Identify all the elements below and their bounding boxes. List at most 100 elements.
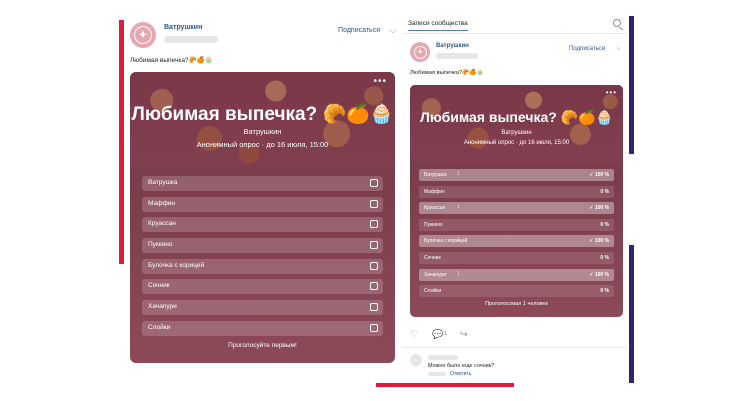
poll-results: Ватрушка 1 ✓ 100 % Маффин 0 % Круассан 1 ✓ 100 … xyxy=(419,169,614,302)
poll-result-percent: ✓ 100 % xyxy=(589,172,609,178)
poll-option[interactable]: Булочка с корицей xyxy=(142,258,383,274)
poll-title-text: Любимая выпечка? xyxy=(131,104,318,125)
orange-emoji-icon: 🍊 xyxy=(346,104,370,125)
checkbox-icon[interactable] xyxy=(370,323,378,332)
poll-result-label: Круассан xyxy=(424,205,446,212)
poll-option[interactable]: Пуккино xyxy=(142,238,383,254)
poll-result-label: Сочник xyxy=(424,254,441,261)
compass-logo-icon: ✦ xyxy=(134,26,152,44)
poll-result-percent: ✓ 100 % xyxy=(589,271,609,278)
checkbox-icon[interactable] xyxy=(370,179,378,187)
poll-result-row[interactable]: Пуккино 0 % xyxy=(419,218,614,231)
comment-date-placeholder xyxy=(428,372,446,376)
poll-result-row[interactable]: Слойки 0 % xyxy=(419,285,614,298)
search-bar: Записи сообщества xyxy=(402,16,627,34)
post-text: Любимая выпечка?🥐🍊🧁 xyxy=(410,70,484,76)
navy-accent-bar-top xyxy=(629,16,634,154)
poll-title-text: Любимая выпечка? xyxy=(420,109,557,125)
post-author[interactable]: Ватрушкин xyxy=(436,43,469,49)
poll-option[interactable]: Хачапури xyxy=(142,300,383,316)
poll-result-label: Ватрушка xyxy=(424,172,447,178)
poll-option-label: Пуккино xyxy=(148,241,173,249)
poll-option-label: Хачапури xyxy=(148,303,177,311)
chevron-down-icon[interactable]: ⌵ xyxy=(390,26,396,36)
poll-meta: Анонимный опрос · до 16 июля, 15:00 xyxy=(463,140,570,146)
poll-result-row[interactable]: Ватрушка 1 ✓ 100 % xyxy=(419,169,614,181)
divider xyxy=(402,347,627,348)
subscribe-button[interactable]: Подписаться xyxy=(569,46,605,52)
poll-result-row[interactable]: Булочка с корицей 1 ✓ 100 % xyxy=(419,235,614,248)
poll-option[interactable]: Сочник xyxy=(142,279,383,295)
heart-icon[interactable]: ♡ xyxy=(410,329,418,340)
poll-result-row[interactable]: Сочник 0 % xyxy=(419,251,614,264)
compass-logo-icon: ✦ xyxy=(413,45,427,59)
poll-result-label: Пуккино xyxy=(424,221,443,228)
post-header: ✦ Ватрушкин Подписаться ⌵ xyxy=(130,22,398,48)
poll-option-label: Слойки xyxy=(148,323,171,331)
poll-result-row[interactable]: Маффин 0 % xyxy=(419,185,614,198)
poll-option-label: Сочник xyxy=(148,282,170,290)
poll-option[interactable]: Круассан xyxy=(142,217,383,233)
tab-community-posts[interactable]: Записи сообщества xyxy=(408,20,468,31)
post-author[interactable]: Ватрушкин xyxy=(164,24,202,31)
poll-option-label: Маффин xyxy=(148,199,176,207)
comment-icon[interactable]: 💬 xyxy=(432,329,443,340)
poll-result-row[interactable]: Хачапури 1 ✓ 100 % xyxy=(419,268,614,281)
orange-emoji-icon: 🍊 xyxy=(578,109,596,125)
poll-result-percent: 0 % xyxy=(600,288,609,295)
poll-result-row[interactable]: Круассан 1 ✓ 100 % xyxy=(419,202,614,215)
poll-result-label: Хачапури xyxy=(424,271,447,278)
poll-option-label: Круассан xyxy=(148,220,176,228)
chevron-down-icon[interactable]: ⌵ xyxy=(616,45,621,53)
poll-option-label: Булочка с корицей xyxy=(148,261,205,269)
checkbox-icon[interactable] xyxy=(370,282,378,291)
search-icon[interactable] xyxy=(613,19,621,27)
poll-result-vote-mark: 1 xyxy=(457,171,460,177)
poll-result-percent: 0 % xyxy=(600,221,609,228)
avatar[interactable]: ✦ xyxy=(130,22,156,48)
poll-result-vote-mark: 1 xyxy=(457,204,460,211)
poll-result-fill xyxy=(419,202,614,215)
poll-result-fill xyxy=(419,169,614,181)
comment: Можно было еще сочник? Ответить xyxy=(410,354,627,384)
navy-accent-bar-bottom xyxy=(629,245,634,383)
checkbox-icon[interactable] xyxy=(370,241,378,250)
poll-option[interactable]: Ватрушка xyxy=(142,176,383,191)
poll-card-results: ••• Любимая выпечка? 🥐🍊🧁 Ватрушкин Анони… xyxy=(410,85,623,317)
poll-result-percent: 0 % xyxy=(600,254,609,261)
post-text: Любимая выпечка?🥐🍊🧁 xyxy=(130,57,213,64)
more-options-icon[interactable]: ••• xyxy=(606,88,617,97)
subscribe-button[interactable]: Подписаться xyxy=(338,27,380,34)
poll-options: Ватрушка Маффин Круассан Пуккино Булочка… xyxy=(142,176,383,342)
poll-option[interactable]: Слойки xyxy=(142,320,383,336)
croissant-emoji-icon: 🥐 xyxy=(322,104,347,125)
poll-result-percent: 0 % xyxy=(600,188,609,195)
poll-title: Любимая выпечка? 🥐🍊🧁 xyxy=(130,102,395,126)
screenshot-stage: ✦ Ватрушкин Подписаться ⌵ Любимая выпечк… xyxy=(0,0,750,401)
post-date-placeholder xyxy=(436,53,478,59)
post-date-placeholder xyxy=(164,36,218,43)
cupcake-emoji-icon: 🧁 xyxy=(369,104,394,125)
avatar[interactable]: ✦ xyxy=(410,42,430,62)
checkbox-icon[interactable] xyxy=(370,261,378,270)
poll-title: Любимая выпечка? 🥐🍊🧁 xyxy=(410,109,623,126)
checkbox-icon[interactable] xyxy=(370,220,378,229)
post-header: ✦ Ватрушкин Подписаться ⌵ xyxy=(402,42,627,64)
poll-result-vote-mark: 1 xyxy=(457,270,460,277)
poll-option-label: Ватрушка xyxy=(148,179,178,186)
checkbox-icon[interactable] xyxy=(370,303,378,312)
poll-footer: Проголосуйте первым! xyxy=(228,342,297,349)
more-options-icon[interactable]: ••• xyxy=(373,76,387,87)
share-icon[interactable]: ↪ xyxy=(460,329,468,340)
poll-result-label: Слойки xyxy=(424,288,442,295)
reply-button[interactable]: Ответить xyxy=(450,371,471,377)
poll-option[interactable]: Маффин xyxy=(142,196,383,212)
cupcake-emoji-icon: 🧁 xyxy=(595,109,613,125)
checkbox-icon[interactable] xyxy=(370,199,378,208)
comment-author-placeholder xyxy=(428,355,458,360)
poll-meta: Анонимный опрос · до 16 июля, 15:00 xyxy=(196,140,329,149)
poll-author: Ватрушкин xyxy=(243,127,282,136)
avatar[interactable] xyxy=(410,354,422,366)
poll-footer: Проголосовал 1 человек xyxy=(485,301,548,307)
poll-author: Ватрушкин xyxy=(501,130,532,136)
